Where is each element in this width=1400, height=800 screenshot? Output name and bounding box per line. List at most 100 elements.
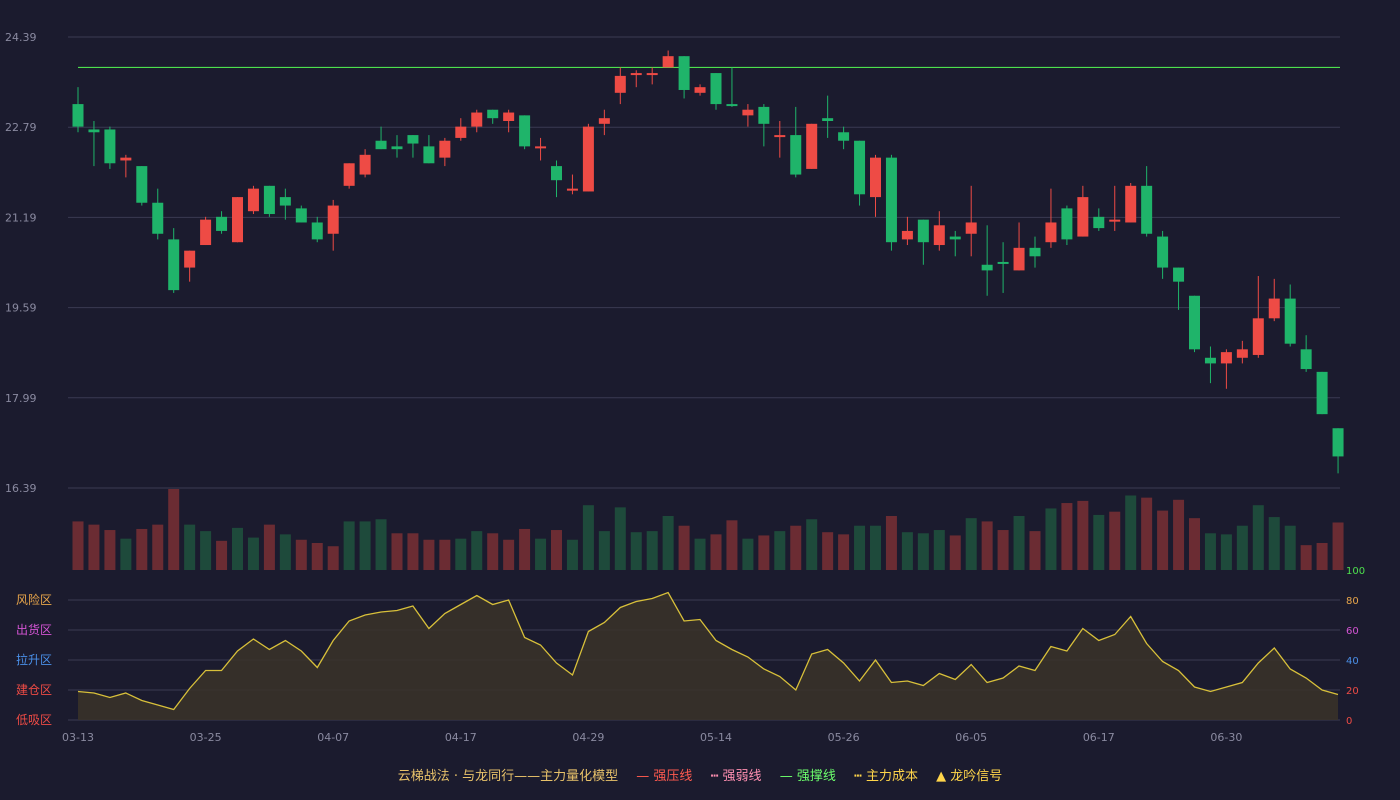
- candle-body: [535, 146, 547, 149]
- x-tick-label: 03-25: [190, 731, 222, 744]
- volume-bar: [854, 525, 866, 570]
- indicator-zone-label: 出货区: [16, 622, 52, 637]
- volume-bar: [1252, 505, 1264, 570]
- volume-bar: [1045, 508, 1057, 570]
- price-y-axis: 24.39 22.79 21.19 19.59 17.99 16.39: [5, 31, 37, 495]
- volume-bar: [423, 539, 435, 570]
- candle-body: [1077, 197, 1089, 237]
- candle-body: [88, 129, 100, 133]
- volume-bar: [1013, 516, 1025, 570]
- candle-body: [1236, 349, 1248, 358]
- volume-bar: [279, 534, 291, 570]
- legend-item-strength[interactable]: ┅ 强弱线: [711, 769, 762, 784]
- indicator-tick-label: 80: [1346, 596, 1359, 607]
- volume-bar: [758, 535, 770, 570]
- volume-bar: [247, 537, 259, 570]
- volume-bar: [901, 532, 913, 570]
- legend-item-resistance[interactable]: — 强压线: [636, 769, 692, 784]
- candle-body: [1045, 222, 1057, 243]
- price-tick-label: 24.39: [5, 31, 37, 44]
- candle-body: [1252, 318, 1264, 355]
- candle-body: [311, 222, 323, 240]
- candle-body: [758, 106, 770, 124]
- candle-body: [1141, 185, 1153, 234]
- x-tick-label: 06-30: [1210, 731, 1242, 744]
- volume-bar: [614, 507, 626, 570]
- x-axis: 03-13 03-25 04-07 04-17 04-29 05-14 05-26 06-05…: [62, 731, 1242, 744]
- x-tick-label: 03-13: [62, 731, 94, 744]
- candle-body: [1093, 216, 1105, 229]
- volume-bar: [933, 530, 945, 570]
- indicator-zone-label: 低吸区: [16, 713, 52, 727]
- price-tick-label: 22.79: [5, 121, 37, 134]
- legend-symbol: ▲: [936, 769, 947, 784]
- volume-bar: [1125, 495, 1137, 570]
- candle-body: [232, 197, 243, 243]
- volume-bar: [630, 532, 642, 570]
- candle-body: [1332, 428, 1344, 457]
- candle-body: [806, 123, 818, 169]
- candle-body: [423, 146, 435, 164]
- candle-body: [1284, 298, 1296, 344]
- legend-symbol: ┅: [710, 769, 719, 784]
- candle-body: [168, 239, 180, 291]
- volume-bar: [263, 524, 275, 570]
- volume-bar: [742, 538, 754, 570]
- volume-bar: [1109, 511, 1121, 570]
- candle-body: [678, 56, 690, 90]
- indicator-zone-label: 风险区: [16, 592, 52, 607]
- volume-bar: [1300, 545, 1312, 570]
- volume-bars: [72, 489, 1344, 570]
- volume-bar: [1268, 517, 1280, 570]
- volume-bar: [407, 533, 419, 570]
- candle-body: [726, 104, 738, 107]
- x-tick-label: 05-26: [828, 731, 860, 744]
- volume-bar: [662, 516, 674, 570]
- volume-bar: [806, 519, 818, 570]
- volume-bar: [678, 525, 690, 570]
- volume-bar: [455, 538, 467, 570]
- candle-body: [503, 112, 515, 121]
- candle-body: [598, 118, 610, 124]
- chart-legend: 云梯战法 · 与龙同行——主力量化模型 — 强压线 ┅ 强弱线 — 强撑线 ┅ …: [0, 765, 1400, 784]
- volume-bar: [582, 505, 594, 570]
- volume-bar: [870, 525, 881, 570]
- indicator-zone-label: 拉升区: [16, 652, 52, 667]
- legend-item-signal[interactable]: ▲ 龙吟信号: [936, 769, 1002, 784]
- legend-label: 龙吟信号: [950, 769, 1003, 784]
- volume-bar: [997, 530, 1009, 570]
- candle-body: [439, 140, 451, 158]
- candle-body: [391, 146, 403, 150]
- volume-bar: [726, 520, 738, 570]
- volume-bar: [184, 524, 196, 570]
- candle-body: [72, 104, 84, 127]
- volume-bar: [503, 539, 515, 570]
- candle-body: [965, 222, 977, 234]
- indicator-tick-label: 60: [1346, 626, 1359, 637]
- volume-bar: [1220, 534, 1232, 570]
- legend-item-support[interactable]: — 强撑线: [780, 769, 836, 784]
- candle-body: [184, 250, 196, 268]
- volume-bar: [694, 538, 706, 570]
- x-tick-label: 04-29: [572, 731, 604, 744]
- volume-bar: [343, 521, 355, 570]
- candle-body: [1220, 352, 1232, 364]
- volume-bar: [375, 519, 387, 570]
- volume-bar: [104, 530, 116, 570]
- price-tick-label: 19.59: [5, 302, 37, 315]
- candle-body: [1189, 295, 1200, 350]
- candle-body: [519, 115, 531, 147]
- candle-body: [933, 225, 945, 246]
- volume-bar: [1093, 514, 1105, 570]
- volume-bar: [152, 524, 164, 570]
- indicator-tick-label: 40: [1346, 656, 1359, 667]
- candle-body: [216, 216, 228, 231]
- candle-body: [582, 126, 594, 192]
- candle-body: [136, 166, 148, 203]
- x-tick-label: 04-17: [445, 731, 477, 744]
- indicator-fill: [78, 592, 1338, 720]
- legend-item-cost[interactable]: ┅ 主力成本: [854, 769, 918, 784]
- volume-bar: [327, 546, 339, 570]
- volume-bar: [168, 489, 180, 570]
- indicator-tick-label: 20: [1346, 686, 1359, 697]
